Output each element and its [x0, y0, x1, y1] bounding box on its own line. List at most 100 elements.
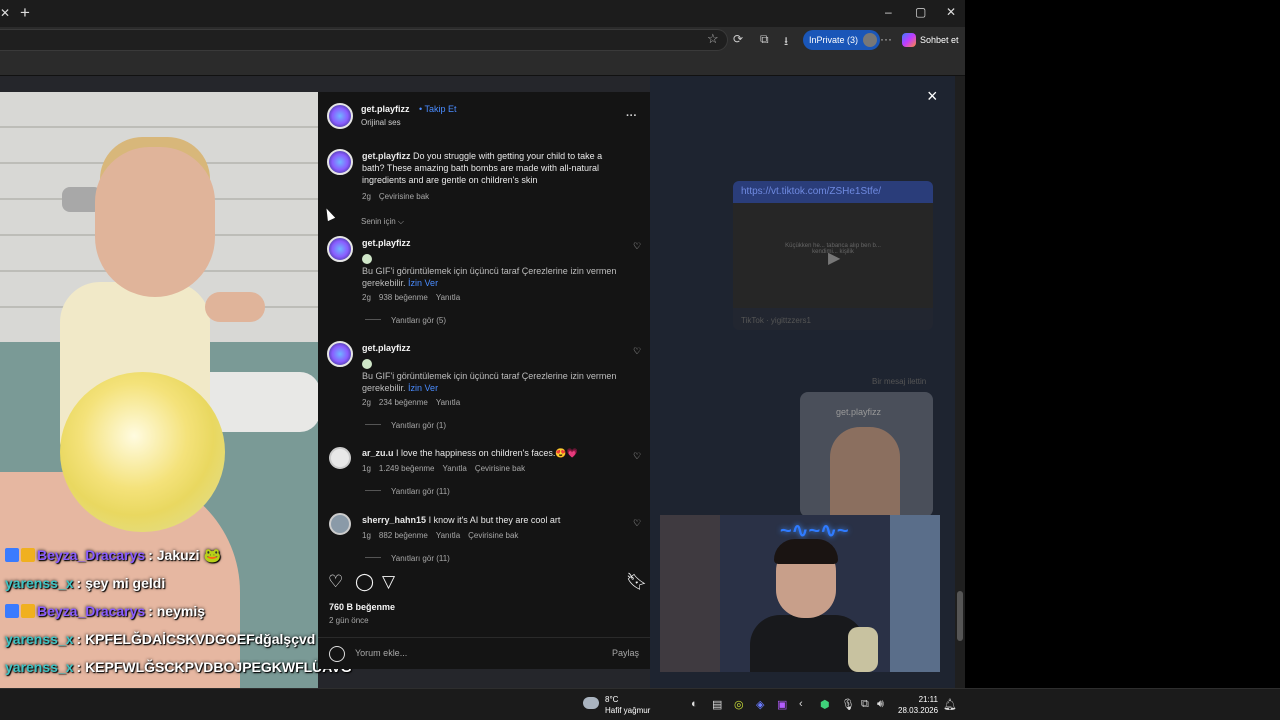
baby-face: [95, 147, 215, 297]
volume-icon[interactable]: 🔊︎: [877, 698, 884, 711]
tray-app-icon[interactable]: ◐: [691, 698, 698, 710]
like-count[interactable]: 760 B beğenme: [329, 602, 395, 612]
share-send-icon[interactable]: ▽: [382, 572, 395, 592]
bookmark-icon[interactable]: 🔖︎: [626, 572, 648, 592]
weather-cloud-icon[interactable]: [583, 697, 599, 709]
notification-bell-icon[interactable]: 🔔︎: [943, 698, 957, 711]
caption-translate-link[interactable]: Çevirisine bak: [379, 192, 429, 201]
like-heart-icon[interactable]: ♡: [328, 572, 343, 592]
tray-app-icon[interactable]: ◈: [756, 698, 764, 711]
comment-avatar[interactable]: [327, 236, 353, 262]
reply-link[interactable]: Yanıtla: [443, 464, 467, 473]
close-modal-icon[interactable]: ×: [927, 86, 938, 107]
webcam-door: [660, 515, 720, 672]
comment-like-icon[interactable]: ♡: [633, 451, 641, 462]
maximize-button[interactable]: ▢: [915, 5, 926, 19]
webcam-window: [890, 515, 940, 672]
clock-time: 21:11: [918, 695, 938, 704]
address-bar-row: ☆ ⟳ ⧉ ⭳ InPrivate (3) ··· Sohbet et: [0, 27, 965, 54]
chat-user: Beyza_Dracarys: [37, 547, 146, 563]
caption-user[interactable]: get.playfizz: [362, 151, 411, 161]
follow-label: Takip Et: [424, 104, 457, 114]
reply-link[interactable]: Yanıtla: [436, 531, 460, 540]
forwarded-thumbnail: [830, 427, 900, 517]
emoji-icon[interactable]: [329, 646, 345, 662]
comment-meta: 1g 1.249 beğenme Yanıtla Çevirisine bak: [362, 464, 533, 473]
comment-likes[interactable]: 234 beğenme: [379, 398, 428, 407]
caption-avatar[interactable]: [327, 149, 353, 175]
translate-link[interactable]: Çevirisine bak: [468, 531, 518, 540]
forwarded-user: get.playfizz: [836, 407, 882, 417]
comment-input[interactable]: Yorum ekle...: [355, 648, 407, 658]
window-close-button[interactable]: ✕: [946, 5, 956, 19]
system-clock[interactable]: 21:11 28.03.2026: [898, 694, 938, 716]
taskbar: 8°C Hafif yağmur ◐ ▤ ◎ ◈ ▣ ‹ ⬢ 🎙︎ ⧉ 🔊︎ 21…: [0, 688, 1280, 720]
crown-icon: [21, 604, 35, 618]
more-options-icon[interactable]: ···: [626, 110, 637, 122]
network-icon[interactable]: ⧉: [861, 698, 869, 711]
post-comment-button[interactable]: Paylaş: [612, 648, 639, 658]
weather-temp: 8°C: [605, 695, 619, 704]
address-bar[interactable]: [0, 29, 728, 51]
view-replies-link[interactable]: Yanıtları gör (11): [365, 487, 450, 496]
reply-link[interactable]: Yanıtla: [436, 398, 460, 407]
comment-body: I know it's AI but they are cool art: [428, 515, 561, 525]
favorite-star-icon[interactable]: ☆: [707, 31, 719, 47]
comment-like-icon[interactable]: ♡: [633, 241, 641, 252]
weather-widget[interactable]: 8°C Hafif yağmur: [605, 694, 650, 716]
comment-likes[interactable]: 938 beğenme: [379, 293, 428, 302]
tray-app-icon[interactable]: ▤: [712, 698, 722, 711]
caption: get.playfizz Do you struggle with gettin…: [362, 150, 622, 186]
allow-cookies-link[interactable]: İzin Ver: [408, 278, 438, 288]
tray-chevron-icon[interactable]: ‹: [799, 698, 803, 710]
tray-app-icon[interactable]: ◎: [734, 698, 744, 711]
reply-link[interactable]: Yanıtla: [436, 293, 460, 302]
weather-desc: Hafif yağmur: [605, 706, 651, 715]
more-menu-icon[interactable]: ···: [880, 32, 892, 46]
post-side-panel: get.playfizz • Takip Et Orijinal ses ···…: [318, 92, 650, 669]
audio-label[interactable]: Orijinal ses: [361, 118, 401, 127]
caption-meta: 2g Çevirisine bak: [362, 192, 437, 201]
tray-app-icon[interactable]: ▣: [777, 698, 787, 711]
allow-cookies-link[interactable]: İzin Ver: [408, 383, 438, 393]
comment-user[interactable]: get.playfizz: [362, 343, 411, 353]
download-icon[interactable]: ⭳: [784, 32, 788, 53]
author-username[interactable]: get.playfizz: [361, 104, 410, 114]
comment-avatar[interactable]: [329, 447, 351, 469]
collections-icon[interactable]: ⧉: [760, 32, 769, 47]
new-tab-button[interactable]: +: [20, 3, 30, 23]
inprivate-badge[interactable]: InPrivate (3): [803, 30, 881, 50]
comment-user[interactable]: get.playfizz: [362, 238, 411, 248]
comment-user[interactable]: sherry_hahn15: [362, 515, 426, 525]
forwarded-post-card[interactable]: get.playfizz: [800, 392, 933, 517]
view-replies-link[interactable]: Yanıtları gör (11): [365, 554, 450, 563]
microphone-icon[interactable]: 🎙︎: [841, 698, 855, 711]
comment-like-icon[interactable]: ♡: [633, 346, 641, 357]
comment-user[interactable]: ar_zu.u: [362, 448, 394, 458]
bath-bomb: [60, 372, 225, 532]
badge-icon: [5, 548, 19, 562]
copilot-chat-button[interactable]: Sohbet et: [902, 30, 959, 50]
comment-bubble-icon[interactable]: ◯: [355, 572, 374, 592]
comment-time: 2g: [362, 293, 371, 302]
comment-likes[interactable]: 1.249 beğenme: [379, 464, 435, 473]
comment-avatar[interactable]: [327, 341, 353, 367]
follow-button[interactable]: • Takip Et: [419, 104, 457, 114]
tiktok-preview-card[interactable]: Küçükken he... tabanca alıp ben b... ken…: [733, 203, 933, 330]
view-replies-link[interactable]: Yanıtları gör (1): [365, 421, 446, 430]
sort-dropdown[interactable]: Senin için ⌵: [361, 217, 404, 227]
scrollbar-thumb[interactable]: [957, 591, 963, 641]
comment-text: sherry_hahn15 I know it's AI but they ar…: [362, 514, 632, 526]
comment-likes[interactable]: 882 beğenme: [379, 531, 428, 540]
minimize-button[interactable]: –: [885, 5, 892, 19]
extensions-icon[interactable]: ⟳: [733, 32, 743, 46]
tray-app-icon[interactable]: ⬢: [820, 698, 830, 711]
page-scrollbar[interactable]: [955, 76, 965, 688]
close-tab-icon[interactable]: ✕: [0, 6, 10, 20]
comment-like-icon[interactable]: ♡: [633, 518, 641, 529]
view-replies-link[interactable]: Yanıtları gör (5): [365, 316, 446, 325]
comment-avatar[interactable]: [329, 513, 351, 535]
dm-link[interactable]: https://vt.tiktok.com/ZSHe1Stfe/: [733, 181, 933, 203]
author-avatar[interactable]: [327, 103, 353, 129]
translate-link[interactable]: Çevirisine bak: [475, 464, 525, 473]
